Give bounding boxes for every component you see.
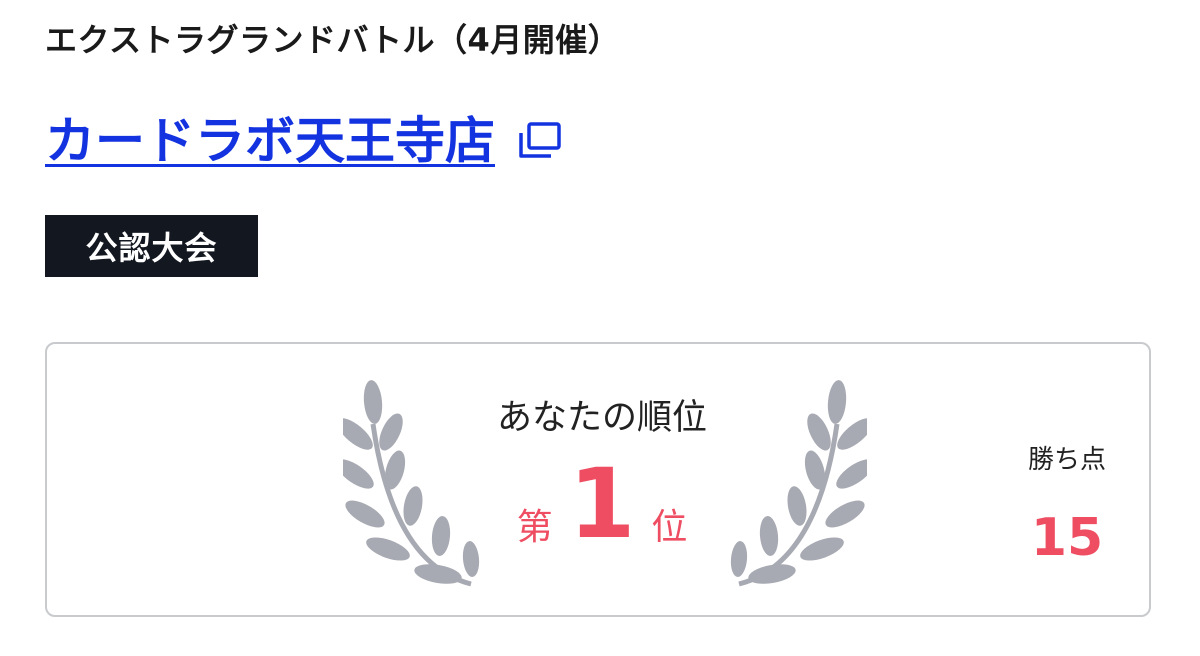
store-row: カードラボ天王寺店 xyxy=(45,106,563,176)
event-title: エクストラグランドバトル（4月開催） xyxy=(45,21,621,59)
laurel-right-icon xyxy=(730,380,867,587)
rank-prefix: 第 xyxy=(516,507,553,548)
store-link[interactable]: カードラボ天王寺店 xyxy=(45,111,495,171)
result-card: あなたの順位 第 1 位 勝ち点 15 xyxy=(45,342,1151,617)
rank-number: 1 xyxy=(568,448,636,560)
laurel-left-icon xyxy=(343,380,480,587)
page: エクストラグランドバトル（4月開催） カードラボ天王寺店 公認大会 あなたの順位… xyxy=(0,0,1200,656)
points-value: 15 xyxy=(1030,508,1104,568)
external-link-icon[interactable] xyxy=(517,121,563,161)
rank-heading: あなたの順位 xyxy=(496,398,707,438)
points-label: 勝ち点 xyxy=(1027,445,1106,475)
official-tournament-badge: 公認大会 xyxy=(45,215,258,277)
rank-display: 第 1 位 xyxy=(477,448,727,558)
rank-suffix: 位 xyxy=(651,507,688,548)
